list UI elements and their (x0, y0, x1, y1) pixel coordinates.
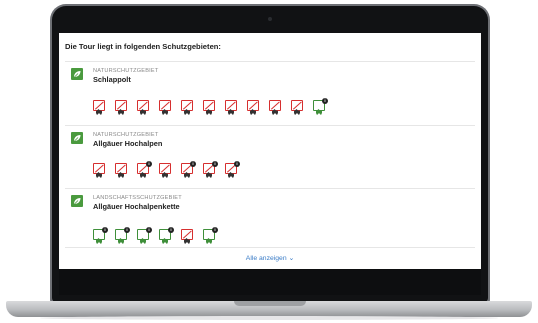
no-vehicles-icon[interactable] (159, 100, 173, 115)
laptop-screen: Die Tour liegt in folgenden Schutzgebiet… (59, 33, 481, 269)
leaf-icon (71, 68, 83, 80)
protected-area-2: LANDSCHAFTSSCHUTZGEBIET Allgäuer Hochalp… (65, 188, 475, 248)
icon-glyph (315, 102, 323, 115)
info-icon[interactable]: i (146, 227, 152, 233)
leaf-icon (71, 132, 83, 144)
camera (268, 17, 272, 21)
no-picking-plants-icon[interactable] (159, 163, 173, 178)
divider (65, 247, 475, 248)
info-icon[interactable]: i (322, 98, 328, 104)
show-all-link[interactable]: Alle anzeigen ⌄ (59, 254, 481, 262)
area-type: NATURSCHUTZGEBIET (93, 132, 159, 138)
no-picking-plants-icon[interactable] (291, 100, 305, 115)
no-camping-icon[interactable] (93, 163, 107, 178)
laptop-base-notch (234, 301, 306, 306)
no-drones-icon[interactable]: i (225, 161, 240, 178)
icon-glyph (139, 231, 147, 244)
leaf-icon (71, 195, 83, 207)
drones-info-icon[interactable]: i (203, 227, 218, 244)
no-cycling-icon[interactable]: i (203, 161, 218, 178)
info-icon[interactable]: i (146, 161, 152, 167)
parking-info-icon[interactable]: i (115, 227, 130, 244)
vehicles-info-icon[interactable]: i (93, 227, 108, 244)
screen-bottom-bar (59, 269, 481, 295)
icon-glyph (161, 231, 169, 244)
info-icon[interactable]: i (212, 227, 218, 233)
area-type: LANDSCHAFTSSCHUTZGEBIET (93, 195, 182, 201)
no-camping-icon[interactable] (115, 100, 129, 115)
no-fire-icon[interactable] (181, 100, 195, 115)
no-parking-icon[interactable] (137, 100, 151, 115)
rules-icons: iiii (93, 161, 247, 178)
rules-icons: i (93, 98, 335, 115)
icon-glyph (205, 231, 213, 244)
area-name: Allgäuer Hochalpenkette (93, 202, 180, 211)
no-dogs-icon[interactable] (225, 100, 239, 115)
boating-info-icon[interactable]: i (159, 227, 174, 244)
info-icon[interactable]: i (234, 161, 240, 167)
no-cycling-icon[interactable] (247, 100, 261, 115)
rules-icons: iiiii (93, 227, 225, 244)
info-icon[interactable]: i (168, 227, 174, 233)
info-icon[interactable]: i (124, 227, 130, 233)
restricted-access-icon[interactable]: i (313, 98, 328, 115)
no-horse-riding-icon[interactable] (93, 100, 107, 115)
info-icon[interactable]: i (102, 227, 108, 233)
area-type: NATURSCHUTZGEBIET (93, 68, 159, 74)
no-fire-icon[interactable]: i (181, 161, 196, 178)
protected-area-1: NATURSCHUTZGEBIET Allgäuer Hochalpen i i i… (65, 125, 475, 185)
area-name: Schlappolt (93, 75, 131, 84)
icon-glyph (95, 231, 103, 244)
no-vehicles-icon[interactable] (115, 163, 129, 178)
no-parking-icon[interactable]: i (137, 161, 152, 178)
no-drones-icon[interactable] (269, 100, 283, 115)
protected-area-0: NATURSCHUTZGEBIET Schlappolt i (65, 61, 475, 123)
laptop-shadow (40, 316, 498, 320)
section-heading: Die Tour liegt in folgenden Schutzgebiet… (65, 42, 221, 51)
no-dogs-icon[interactable] (181, 229, 195, 244)
icon-glyph (117, 231, 125, 244)
no-hiking-off-path-icon[interactable] (203, 100, 217, 115)
info-icon[interactable]: i (190, 161, 196, 167)
area-name: Allgäuer Hochalpen (93, 139, 163, 148)
info-icon[interactable]: i (212, 161, 218, 167)
camping-info-icon[interactable]: i (137, 227, 152, 244)
